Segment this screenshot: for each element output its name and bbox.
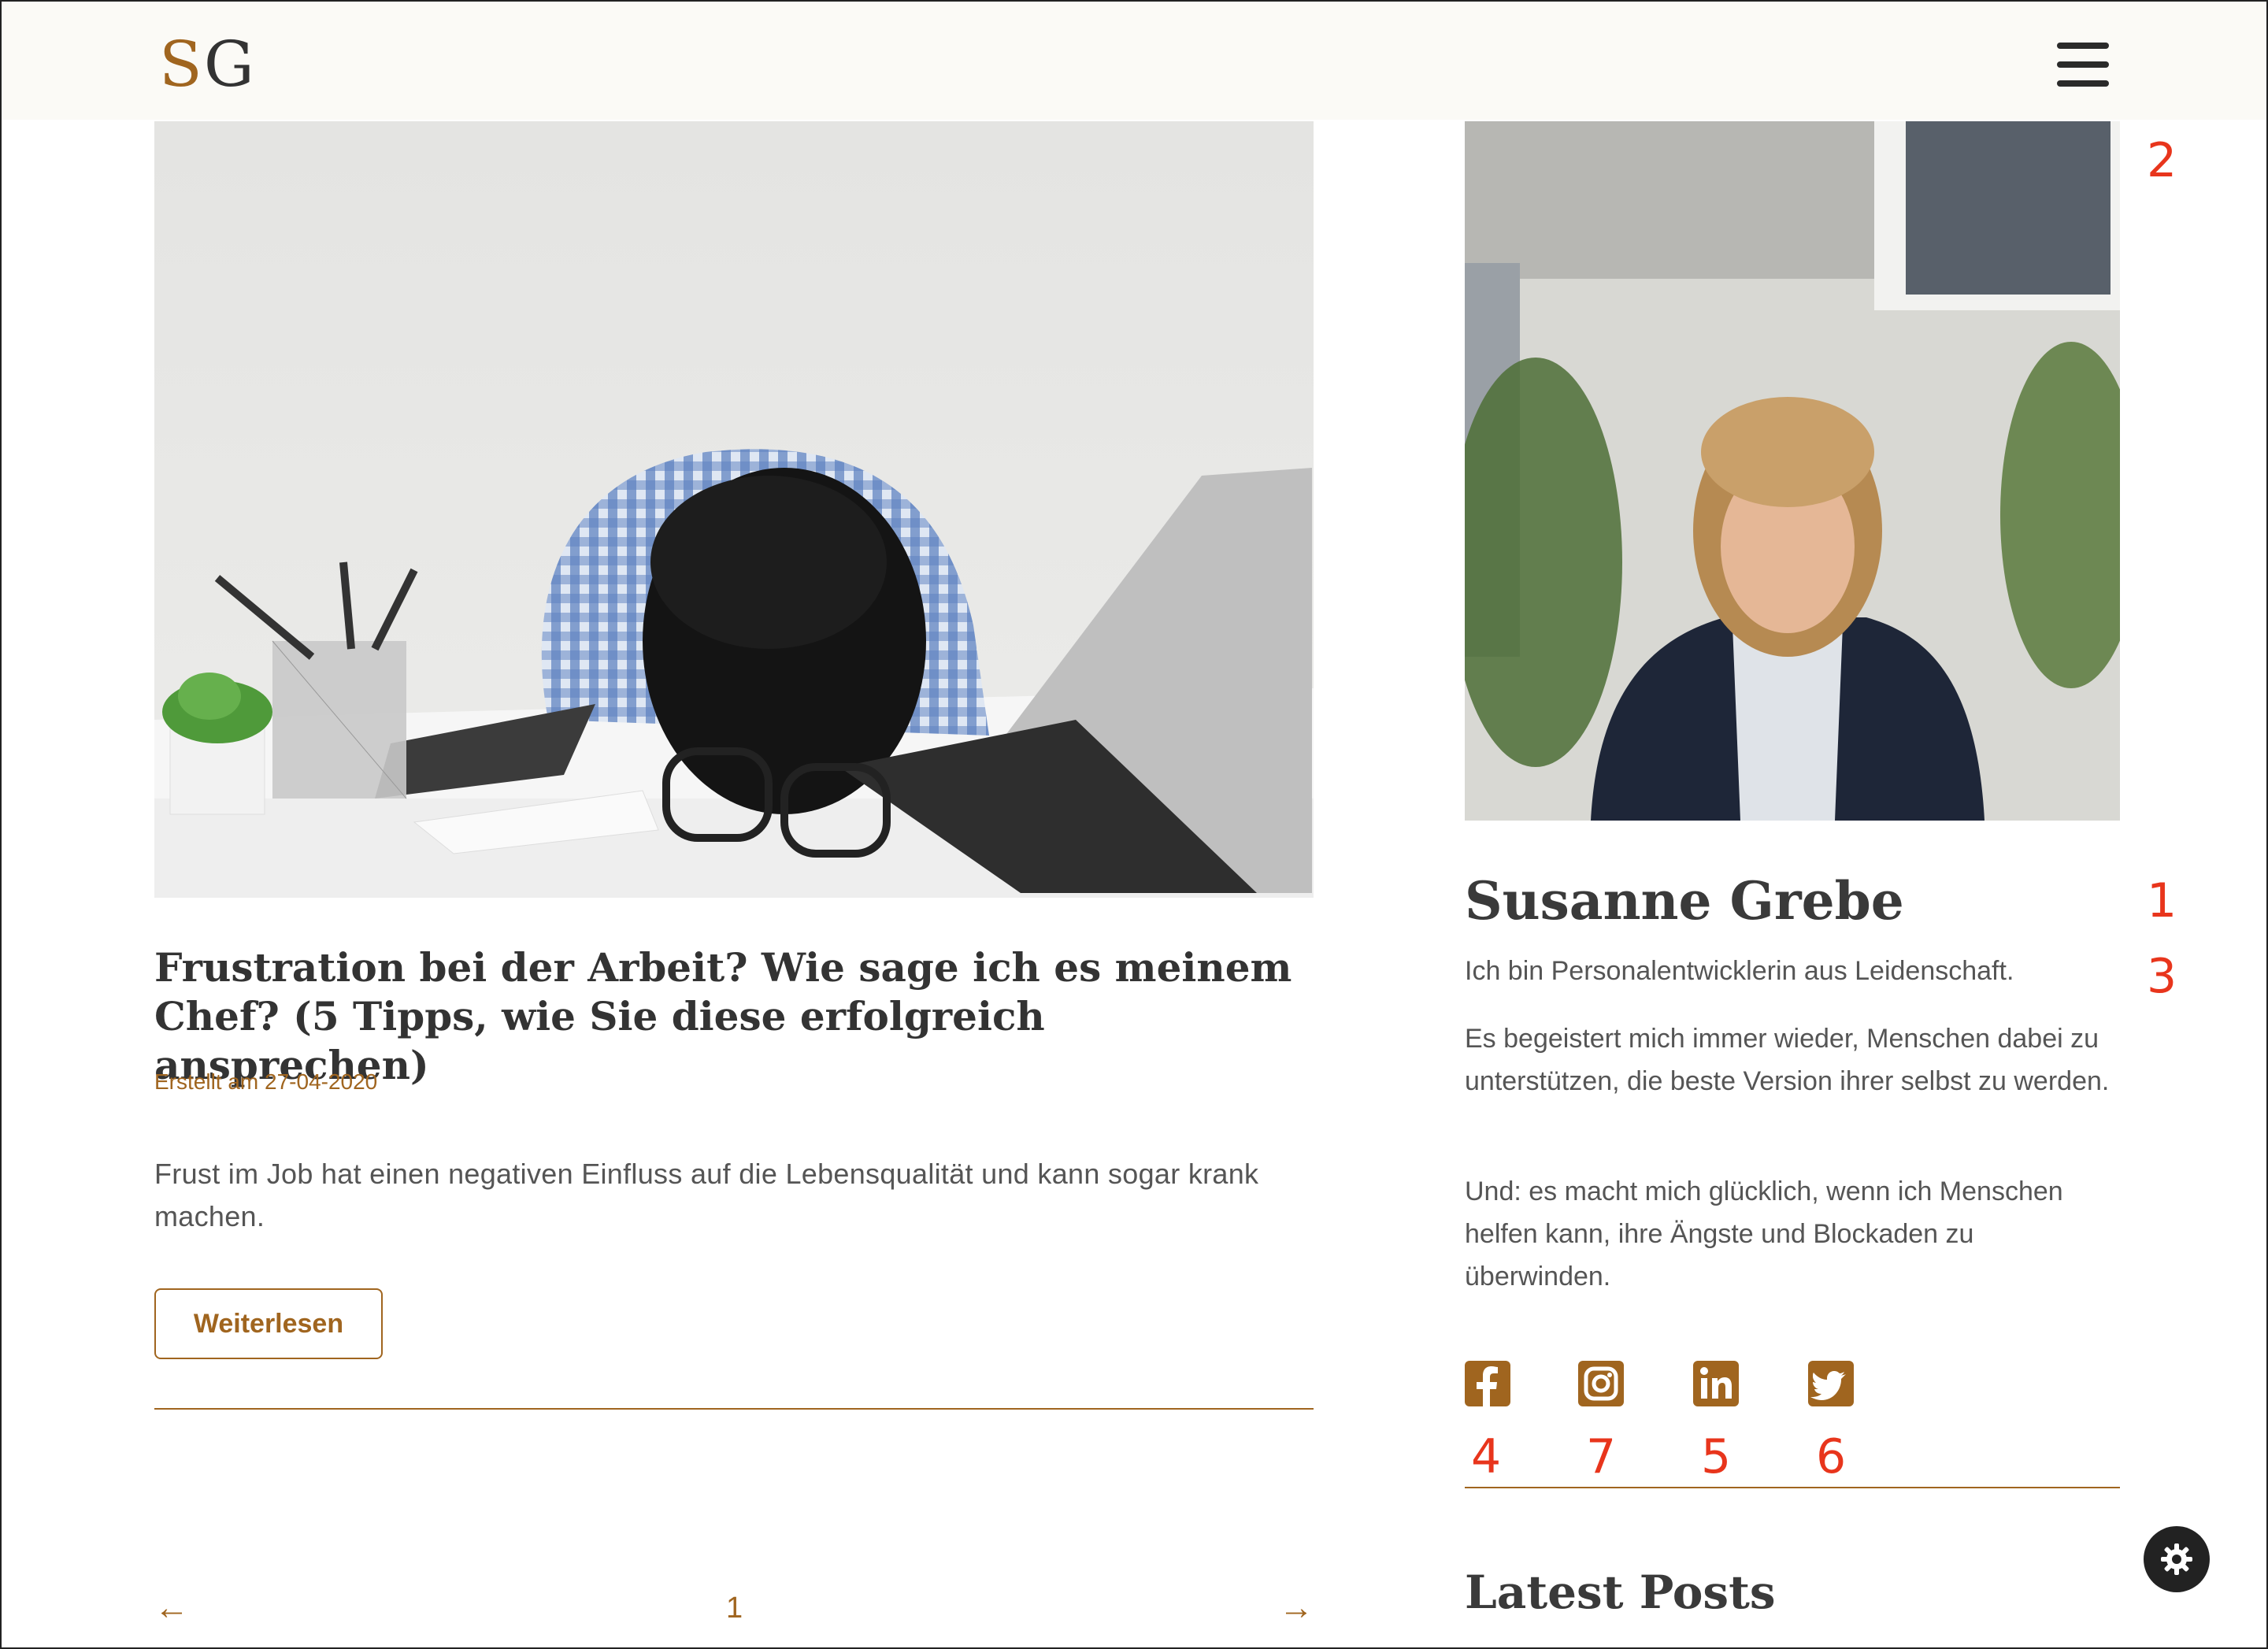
- annotation-name: 1: [2147, 873, 2177, 928]
- profile-portrait-illustration: [1465, 121, 2120, 821]
- settings-gear-icon[interactable]: [2144, 1526, 2210, 1592]
- linkedin-icon[interactable]: [1693, 1361, 1739, 1406]
- profile-paragraph-1: Es begeistert mich immer wieder, Mensche…: [1465, 1024, 2110, 1096]
- annotation-image: 2: [2147, 133, 2177, 188]
- instagram-icon[interactable]: [1578, 1361, 1624, 1406]
- sidebar-divider: [1465, 1487, 2120, 1488]
- pagination-page-number[interactable]: 1: [726, 1584, 743, 1632]
- read-more-button[interactable]: Weiterlesen: [154, 1288, 383, 1359]
- latest-posts-heading: Latest Posts: [1465, 1566, 1776, 1619]
- profile-intro: Ich bin Personalentwicklerin aus Leidens…: [1465, 956, 2014, 986]
- frustrated-worker-illustration: [154, 121, 1314, 898]
- annotation-bio: 3: [2147, 949, 2177, 1004]
- facebook-icon[interactable]: [1465, 1361, 1510, 1406]
- hamburger-icon[interactable]: [2057, 43, 2109, 87]
- annotation-instagram: 7: [1586, 1429, 1617, 1484]
- site-header: SG: [2, 2, 2266, 120]
- logo-letter-g: G: [203, 28, 256, 101]
- article-date: Erstellt am 27-04-2020: [154, 1069, 378, 1094]
- article-excerpt: Frust im Job hat einen negativen Einflus…: [154, 1158, 1259, 1232]
- annotation-facebook: 4: [1471, 1429, 1502, 1484]
- pagination-prev-arrow[interactable]: ←: [154, 1584, 189, 1632]
- profile-name: Susanne Grebe: [1465, 870, 1904, 932]
- annotation-twitter: 6: [1816, 1429, 1847, 1484]
- logo-letter-s: S: [159, 28, 204, 101]
- profile-photo: [1465, 121, 2120, 821]
- site-logo[interactable]: SG: [159, 25, 256, 104]
- annotation-linkedin: 5: [1701, 1429, 1732, 1484]
- article-divider: [154, 1408, 1314, 1410]
- profile-paragraph-2: Und: es macht mich glücklich, wenn ich M…: [1465, 1177, 2063, 1291]
- article-title[interactable]: Frustration bei der Arbeit? Wie sage ich…: [154, 943, 1314, 1090]
- pagination-next-arrow[interactable]: →: [1279, 1584, 1314, 1632]
- article-featured-image[interactable]: [154, 121, 1314, 898]
- twitter-icon[interactable]: [1808, 1361, 1854, 1406]
